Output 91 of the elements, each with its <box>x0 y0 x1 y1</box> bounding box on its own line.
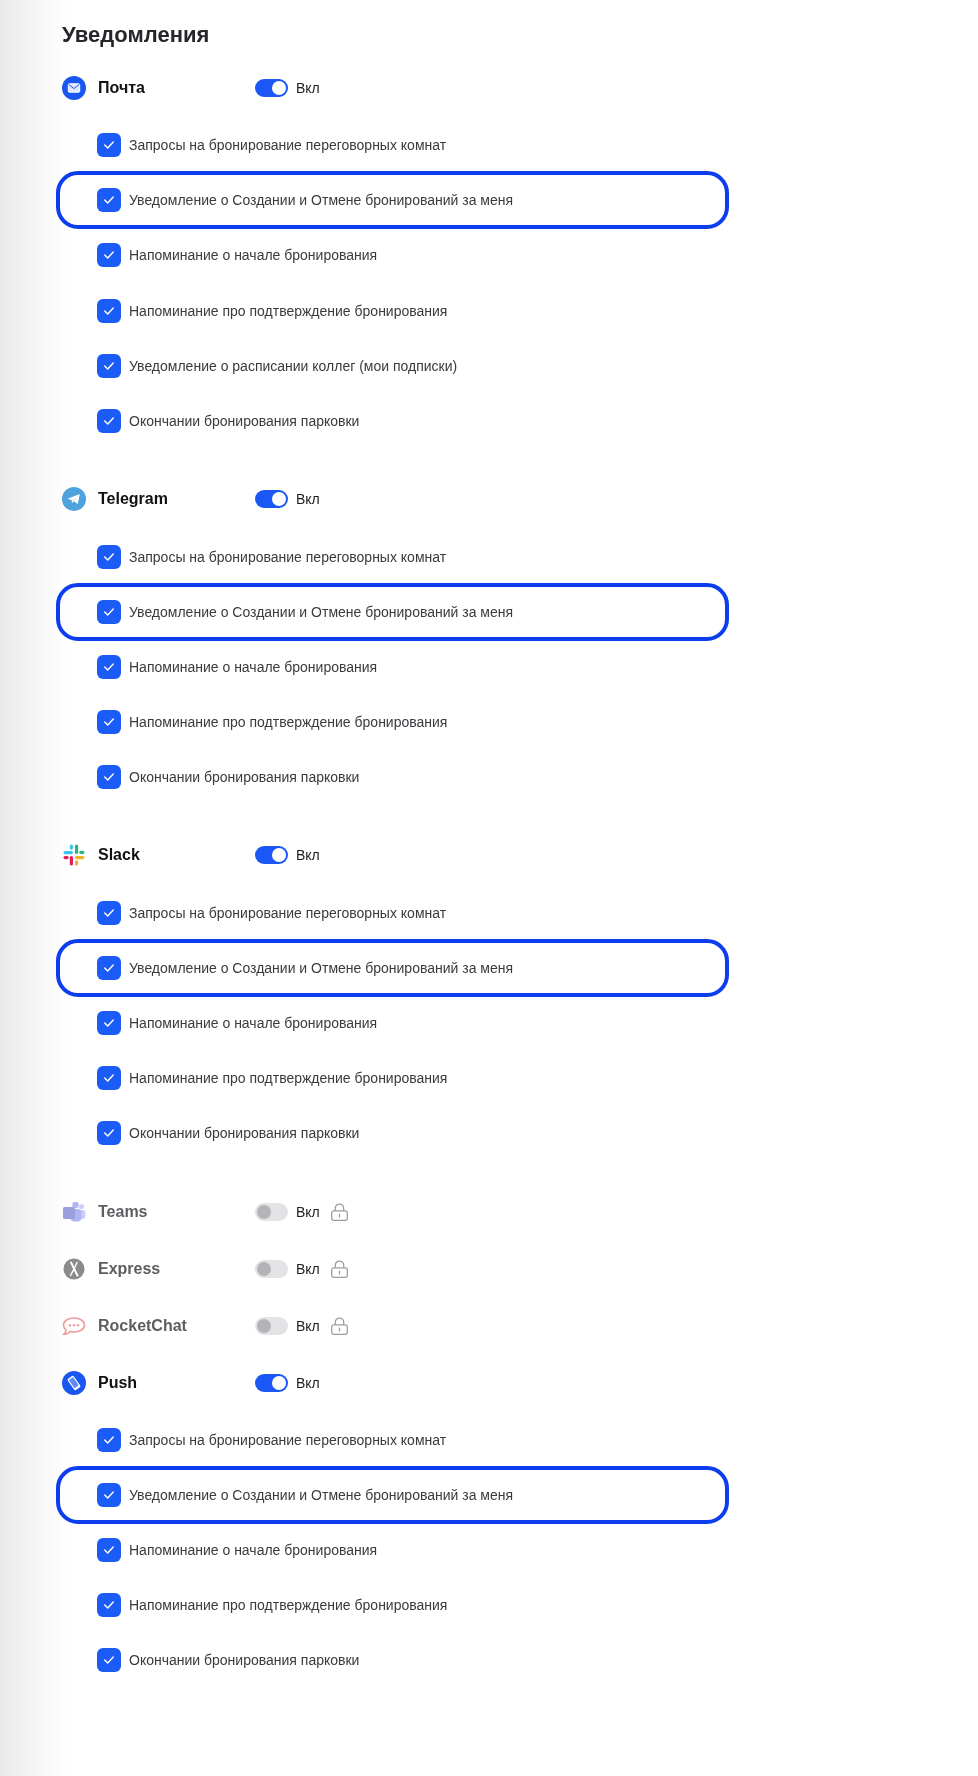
checkmark-icon <box>104 1656 114 1665</box>
checkbox[interactable] <box>97 298 121 323</box>
paper-plane-icon <box>62 487 86 512</box>
checkbox[interactable] <box>97 1427 121 1452</box>
checkmark-icon <box>104 772 114 781</box>
checkmark-icon <box>104 552 114 561</box>
checkbox[interactable] <box>97 1010 121 1035</box>
channel-name: Почта <box>98 79 145 96</box>
option-label: Напоминание про подтверждение бронирования <box>129 1596 448 1615</box>
channel-name: Teams <box>98 1202 148 1220</box>
toggle-label: Вкл <box>296 1202 320 1221</box>
option-label: Уведомление о Создании и Отмене бронирований за меня <box>129 191 514 210</box>
toggle-label: Вкл <box>296 490 320 509</box>
checkbox[interactable] <box>97 709 121 734</box>
option-label: Напоминание про подтверждение бронирования <box>129 1069 448 1087</box>
checkmark-icon <box>104 908 114 917</box>
checkmark-icon <box>104 1601 114 1610</box>
channel-name: Push <box>98 1373 138 1391</box>
checkbox[interactable] <box>97 1483 121 1507</box>
option-label: Напоминание о начале бронирования <box>129 1013 378 1032</box>
toggle-label: Вкл <box>296 79 320 97</box>
checkbox[interactable] <box>97 544 121 569</box>
checkmark-icon <box>104 717 114 726</box>
option-label: Окончании бронирования парковки <box>129 767 360 786</box>
checkmark-icon <box>104 306 114 315</box>
checkmark-icon <box>104 1435 114 1444</box>
option-label: Уведомление о Создании и Отмене бронирований за меня <box>129 958 514 977</box>
checkbox[interactable] <box>97 1538 121 1563</box>
option-label: Уведомление о Создании и Отмене бронирований за меня <box>129 602 514 621</box>
option-label: Напоминание о начале бронирования <box>129 657 378 676</box>
option-label: Запросы на бронирование переговорных комнат <box>129 1430 447 1449</box>
toggle-switch[interactable] <box>255 1202 288 1221</box>
checkmark-icon <box>104 196 114 205</box>
checkbox[interactable] <box>97 599 121 624</box>
checkmark-icon <box>104 251 114 260</box>
channel-name: Slack <box>98 846 140 864</box>
toggle-label: Вкл <box>296 846 320 865</box>
channel-name: Telegram <box>98 490 168 508</box>
checkbox[interactable] <box>97 1121 121 1146</box>
checkbox[interactable] <box>97 243 121 268</box>
checkmark-icon <box>104 1491 114 1499</box>
checkbox[interactable] <box>97 1066 121 1090</box>
page-title: Уведомления <box>62 21 210 49</box>
option-label: Уведомление о расписании коллег (мои подписки) <box>129 356 458 375</box>
option-label: Запросы на бронирование переговорных комнат <box>129 547 447 566</box>
option-label: Запросы на бронирование переговорных комнат <box>129 903 447 922</box>
checkbox[interactable] <box>97 133 121 158</box>
option-label: Окончании бронирования парковки <box>129 1124 360 1143</box>
checkbox[interactable] <box>97 654 121 679</box>
x-logo-icon <box>62 1256 86 1281</box>
toggle-switch[interactable] <box>255 846 288 865</box>
checkmark-icon <box>104 1546 114 1555</box>
checkmark-icon <box>104 141 114 150</box>
toggle-label: Вкл <box>296 1259 320 1278</box>
checkmark-icon <box>104 662 114 671</box>
checkmark-icon <box>104 1129 114 1138</box>
option-label: Окончании бронирования парковки <box>129 1651 360 1670</box>
toggle-switch[interactable] <box>255 1259 288 1278</box>
channel-name: RocketChat <box>98 1316 187 1334</box>
colored-bars-logo-icon <box>62 843 86 868</box>
toggle-switch[interactable] <box>255 79 288 97</box>
option-label: Напоминание про подтверждение бронирования <box>129 712 448 731</box>
toggle-switch[interactable] <box>255 490 288 509</box>
option-label: Окончании бронирования парковки <box>129 411 360 430</box>
checkmark-icon <box>104 361 114 370</box>
checkbox[interactable] <box>97 955 121 980</box>
envelope-icon <box>62 76 86 100</box>
toggle-switch[interactable] <box>255 1373 288 1392</box>
checkmark-icon <box>104 416 114 425</box>
toggle-label: Вкл <box>296 1316 320 1335</box>
toggle-switch[interactable] <box>255 1316 288 1335</box>
checkbox[interactable] <box>97 764 121 789</box>
option-label: Уведомление о Создании и Отмене бронирований за меня <box>129 1486 514 1504</box>
checkbox[interactable] <box>97 353 121 378</box>
toggle-label: Вкл <box>296 1373 320 1392</box>
option-label: Запросы на бронирование переговорных комнат <box>129 136 447 155</box>
checkbox[interactable] <box>97 408 121 433</box>
phone-icon <box>62 1370 86 1395</box>
option-label: Напоминание о начале бронирования <box>129 246 378 265</box>
checkmark-icon <box>104 1074 114 1082</box>
checkbox[interactable] <box>97 1593 121 1618</box>
channel-name: Express <box>98 1259 161 1277</box>
checkmark-icon <box>104 1018 114 1027</box>
people-logo-icon <box>62 1199 86 1224</box>
checkbox[interactable] <box>97 900 121 925</box>
checkmark-icon <box>104 963 114 972</box>
checkmark-icon <box>104 607 114 616</box>
checkbox[interactable] <box>97 1648 121 1673</box>
option-label: Напоминание о начале бронирования <box>129 1541 378 1560</box>
checkbox[interactable] <box>97 188 121 213</box>
option-label: Напоминание про подтверждение бронирования <box>129 301 448 320</box>
